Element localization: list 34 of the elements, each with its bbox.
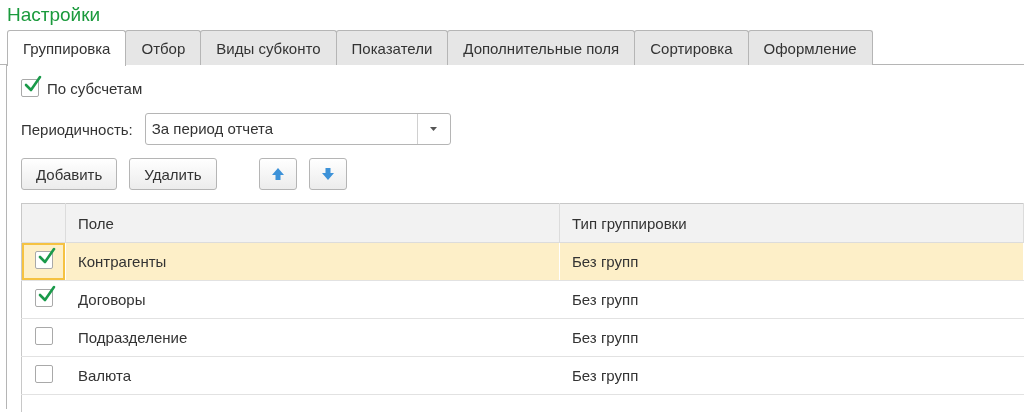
window-title: Настройки	[6, 3, 101, 27]
checkbox[interactable]	[34, 327, 53, 345]
table-row[interactable]: Контрагенты Без групп	[21, 242, 1024, 281]
column-header[interactable]: Поле	[65, 203, 560, 243]
table-row[interactable]: Подразделение Без групп	[21, 318, 1024, 357]
toolbar-button[interactable]: Добавить	[21, 158, 118, 190]
table-row[interactable]: Договоры Без групп	[21, 280, 1024, 319]
checkbox-label: По субсчетам	[47, 79, 143, 97]
table-cell: Валюта	[65, 356, 560, 395]
table-cell: Без групп	[559, 318, 1024, 357]
tab[interactable]: Дополнительные поля	[447, 30, 636, 65]
table-cell: Договоры	[65, 280, 560, 319]
tab[interactable]: Виды субконто	[200, 30, 337, 65]
tab[interactable]: Отбор	[125, 30, 202, 65]
move-up-button[interactable]	[258, 158, 297, 190]
checkbox[interactable]	[34, 365, 53, 383]
tab[interactable]: Оформление	[747, 30, 873, 65]
down-arrow-icon	[320, 167, 335, 181]
table-cell: Без групп	[559, 242, 1024, 281]
table-cell: Без групп	[559, 356, 1024, 395]
periodicity-dropdown[interactable]: За период отчета	[144, 113, 451, 145]
table-cell: Без групп	[559, 280, 1024, 319]
toolbar-button[interactable]: Удалить	[129, 158, 217, 190]
table-cell: Контрагенты	[65, 242, 560, 281]
column-header[interactable]: Тип группировки	[559, 203, 1024, 243]
move-down-button[interactable]	[308, 158, 347, 190]
field-label: Периодичность:	[21, 120, 133, 138]
dropdown-arrow-icon	[430, 127, 438, 131]
up-arrow-icon	[270, 167, 285, 181]
table-row[interactable]: Валюта Без групп	[21, 356, 1024, 395]
tab[interactable]: Сортировка	[634, 30, 749, 65]
table-cell: Подразделение	[65, 318, 560, 357]
tab[interactable]: Группировка	[7, 30, 127, 66]
tab[interactable]: Показатели	[335, 30, 449, 65]
